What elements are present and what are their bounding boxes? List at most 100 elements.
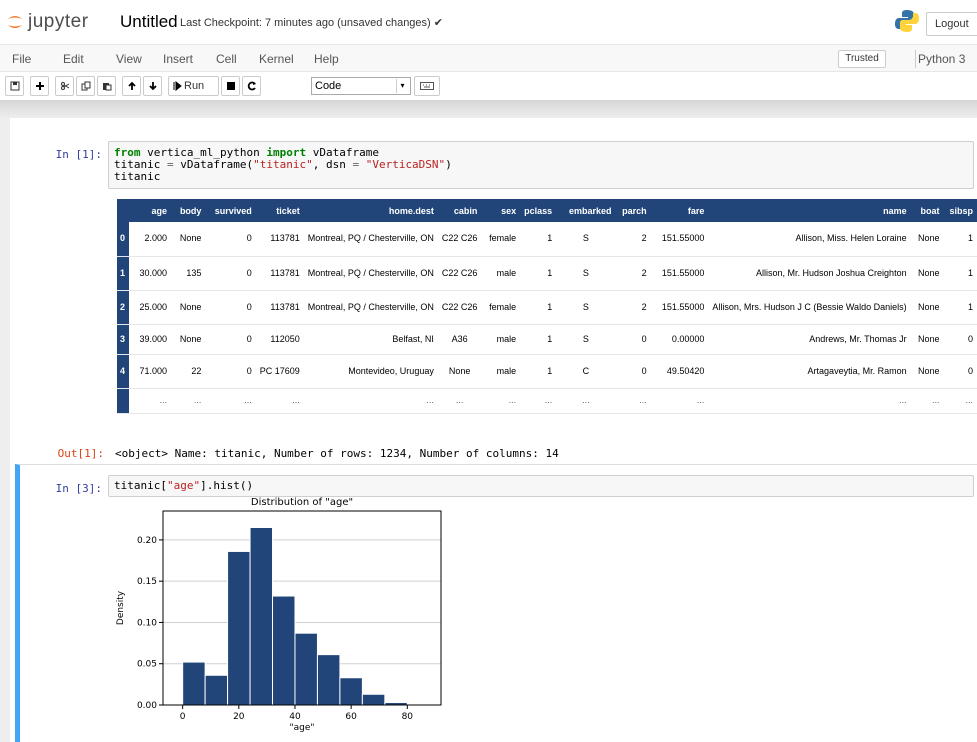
chevron-down-icon: ▾ [396,79,408,93]
table-row: 4 71.000 22 0 PC 17609 Montevideo, Uruguay Non… [117,354,977,389]
copy-icon [81,81,90,91]
y-tick-label: 0.05 [137,660,157,670]
table-cell: 2 [615,290,651,325]
menu-edit[interactable]: Edit [63,52,84,66]
table-cell: ... [943,388,977,414]
move-down-button[interactable] [143,76,162,96]
dataframe-table: age body survived ticket home.dest cabin sex pc… [117,199,977,414]
header-shadow [0,100,977,118]
table-cell: None [910,354,944,389]
table-cell: ... [481,388,521,414]
command-palette-button[interactable] [414,76,440,96]
x-tick-label: 20 [233,712,245,722]
histogram-bar [227,550,251,706]
histogram-bar [182,661,206,706]
table-cell: Montevideo, Uruguay [303,354,438,389]
table-cell: 3 [117,324,130,355]
table-cell: 2.000 [129,222,171,257]
table-cell: Montreal, PQ / Chesterville, ON [303,256,438,291]
kernel-indicator[interactable]: Python 3 [918,52,965,66]
table-cell: ... [129,388,171,414]
column-header-survived: survived [205,199,256,222]
add-cell-button[interactable] [30,76,49,96]
table-cell: None [437,354,482,389]
run-label: Run [184,80,205,92]
histogram-bar [249,527,274,706]
jupyter-logo[interactable]: jupyter [6,8,89,36]
table-cell: 71.000 [129,354,171,389]
table-cell: male [481,354,521,389]
menu-cell[interactable]: Cell [216,52,237,66]
table-row: 2 25.000 None 0 113781 Montreal, PQ / Chester… [117,290,977,325]
table-cell: 25.000 [129,290,171,325]
table-cell: ... [303,388,438,414]
table-cell: Montreal, PQ / Chesterville, ON [303,222,438,257]
table-cell: None [910,290,944,325]
x-tick-label: 80 [402,712,414,722]
table-cell: ... [205,388,256,414]
table-cell: None [910,324,944,355]
menu-kernel[interactable]: Kernel [259,52,294,66]
table-cell: 0 [205,324,256,355]
trusted-indicator[interactable]: Trusted [838,50,886,68]
column-header-index [117,199,130,222]
menu-help[interactable]: Help [314,52,339,66]
logout-button[interactable]: Logout [926,12,977,36]
cell-type-select[interactable]: Code ▾ [311,77,411,95]
table-cell: None [910,222,944,257]
chart-title: Distribution of "age" [251,497,353,508]
menu-file[interactable]: File [12,52,31,66]
table-cell: female [481,290,521,325]
restart-button[interactable] [242,76,261,96]
copy-button[interactable] [76,76,95,96]
table-cell: 2 [117,290,130,325]
table-row: 3 39.000 None 0 112050 Belfast, NI A36 male 1 S 0 0… [117,324,977,355]
menubar: File Edit View Insert Cell Kernel Help T… [0,44,977,72]
table-cell: 1 [520,256,557,291]
column-header-body: body [170,199,206,222]
table-cell: female [481,222,521,257]
paste-button[interactable] [97,76,116,96]
table-cell: 113781 [255,222,304,257]
table-cell: ... [650,388,709,414]
y-tick-label: 0.20 [137,536,157,546]
add-cell-icon [35,82,44,90]
table-cell: S [556,256,616,291]
table-cell: 151.55000 [650,222,709,257]
table-cell: 0 [205,256,256,291]
cell-1-code-editor[interactable]: from vertica_ml_python import vDataframe… [108,141,974,189]
stop-button[interactable] [221,76,240,96]
table-cell: S [556,324,616,355]
table-cell: 4 [117,354,130,389]
table-cell: S [556,222,616,257]
table-cell: ... [556,388,616,414]
save-button[interactable] [5,76,24,96]
restart-icon [247,81,256,91]
menu-insert[interactable]: Insert [163,52,193,66]
column-header-home.dest: home.dest [303,199,438,222]
column-header-boat: boat [910,199,944,222]
menu-view[interactable]: View [116,52,142,66]
table-cell: Montreal, PQ / Chesterville, ON [303,290,438,325]
move-up-button[interactable] [122,76,141,96]
table-cell: 1 [520,354,557,389]
table-cell: 0 [117,222,130,257]
table-cell: Allison, Mrs. Hudson J C (Bessie Waldo D… [708,290,911,325]
histogram-bar [272,595,296,706]
table-cell: 0 [943,354,977,389]
notebook-name[interactable]: Untitled [120,12,178,32]
column-header-cabin: cabin [437,199,482,222]
run-button[interactable]: Run [168,76,219,96]
column-header-parch: parch [615,199,651,222]
table-cell: 1 [943,222,977,257]
table-cell: Belfast, NI [303,324,438,355]
table-cell: 113781 [255,290,304,325]
save-icon [10,81,19,91]
cut-button[interactable] [55,76,74,96]
y-axis-label: Density [116,590,126,625]
table-cell: 112050 [255,324,304,355]
table-cell: C22 C26 [437,222,482,257]
table-cell: 1 [943,290,977,325]
table-cell [117,388,130,414]
table-cell: male [481,256,521,291]
